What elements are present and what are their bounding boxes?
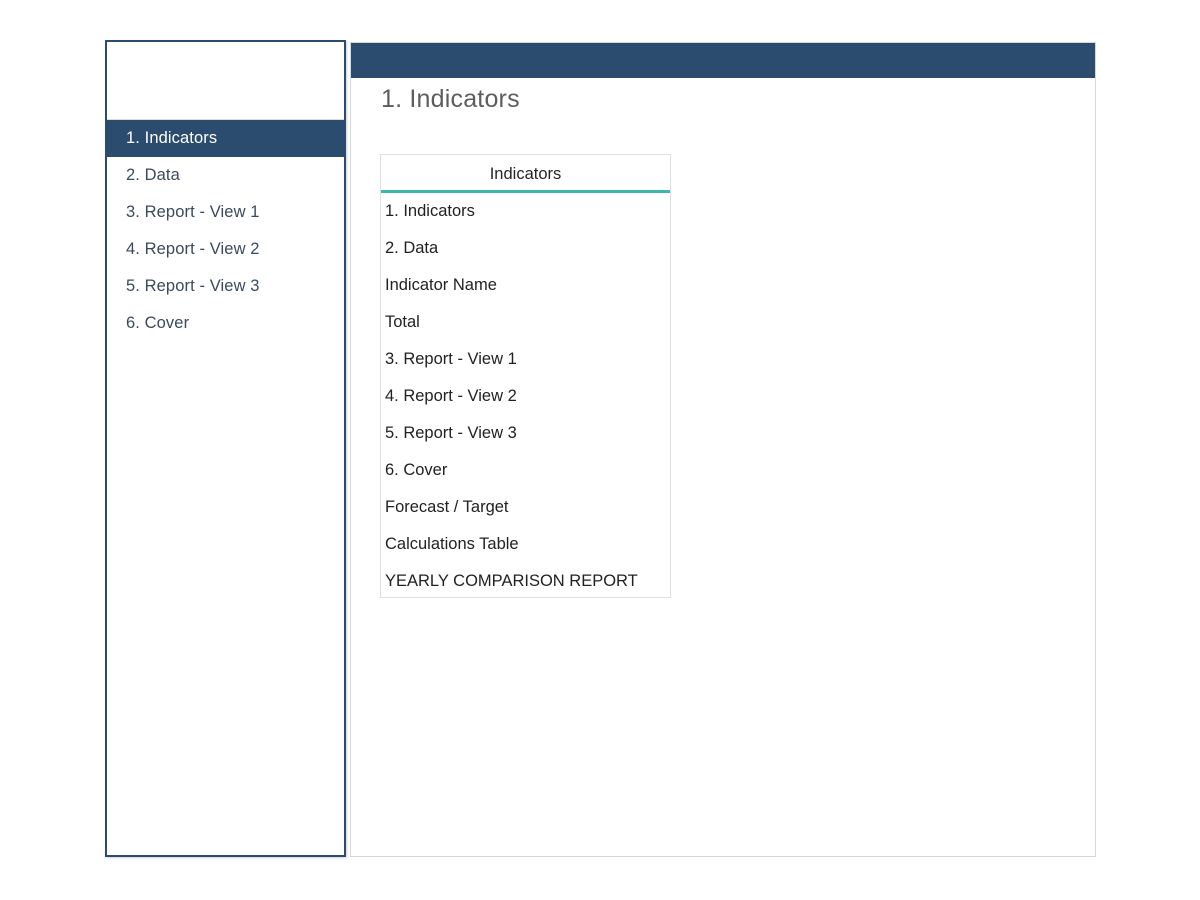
table-row[interactable]: 5. Report - View 3: [381, 415, 670, 452]
sidebar-item-report-view-1[interactable]: 3. Report - View 1: [107, 194, 344, 231]
sidebar-item-indicators[interactable]: 1. Indicators: [107, 120, 344, 157]
indicators-table-body: 1. Indicators 2. Data Indicator Name Tot…: [381, 193, 670, 600]
indicators-table-card: Indicators 1. Indicators 2. Data Indicat…: [380, 154, 671, 598]
header-bar: [351, 43, 1095, 78]
table-row[interactable]: Total: [381, 304, 670, 341]
sidebar-item-report-view-3[interactable]: 5. Report - View 3: [107, 268, 344, 305]
sidebar-logo-area: [107, 42, 344, 120]
table-row[interactable]: Forecast / Target: [381, 489, 670, 526]
main-content-panel: 1. Indicators Indicators 1. Indicators 2…: [350, 42, 1096, 857]
table-row[interactable]: Calculations Table: [381, 526, 670, 563]
indicators-table-header: Indicators: [381, 155, 670, 193]
table-row[interactable]: Indicator Name: [381, 267, 670, 304]
table-row[interactable]: 1. Indicators: [381, 193, 670, 230]
sidebar-nav-list: 1. Indicators 2. Data 3. Report - View 1…: [107, 120, 344, 342]
sidebar-item-cover[interactable]: 6. Cover: [107, 305, 344, 342]
sidebar-item-data[interactable]: 2. Data: [107, 157, 344, 194]
table-row[interactable]: YEARLY COMPARISON REPORT: [381, 563, 670, 600]
sidebar-item-report-view-2[interactable]: 4. Report - View 2: [107, 231, 344, 268]
slide-canvas: 1. Indicators 2. Data 3. Report - View 1…: [0, 0, 1200, 900]
table-row[interactable]: 2. Data: [381, 230, 670, 267]
table-row[interactable]: 4. Report - View 2: [381, 378, 670, 415]
table-row[interactable]: 3. Report - View 1: [381, 341, 670, 378]
table-row[interactable]: 6. Cover: [381, 452, 670, 489]
sidebar-panel: 1. Indicators 2. Data 3. Report - View 1…: [105, 40, 346, 857]
page-title: 1. Indicators: [381, 85, 520, 113]
